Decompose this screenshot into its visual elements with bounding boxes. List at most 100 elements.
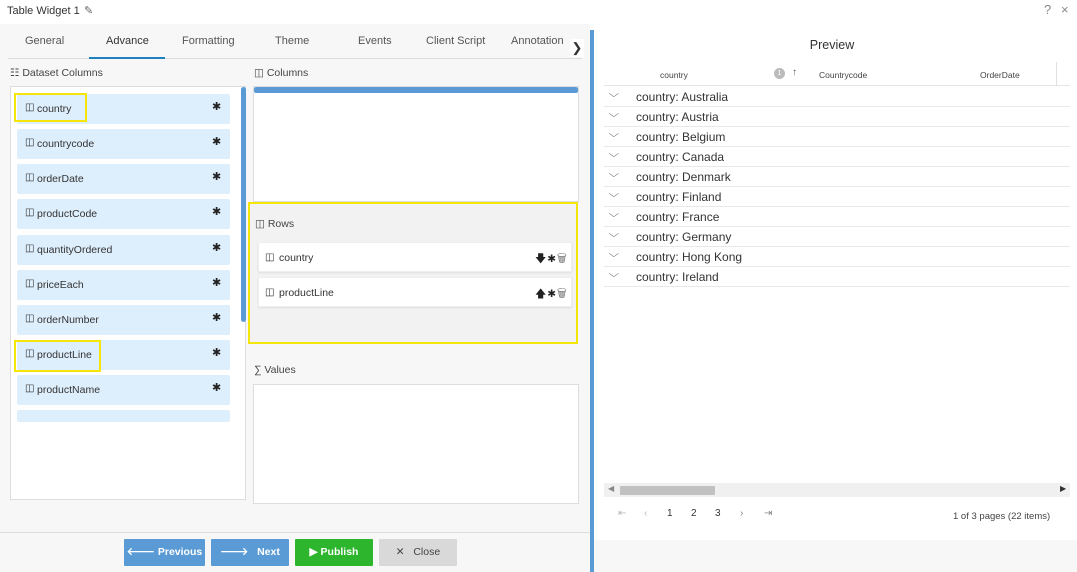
move-down-icon[interactable]: 🡇 bbox=[535, 253, 547, 265]
chevron-down-icon[interactable]: ⌵ bbox=[608, 109, 619, 120]
group-row[interactable]: ⌵ country: France bbox=[604, 207, 1070, 227]
last-page-icon[interactable]: ⇥ bbox=[764, 508, 772, 519]
chevron-down-icon[interactable]: ⌵ bbox=[608, 269, 619, 280]
gear-icon[interactable]: ✱ bbox=[212, 276, 221, 289]
tab-client-script[interactable]: Client Script bbox=[426, 35, 485, 47]
chevron-down-icon[interactable]: ⌵ bbox=[608, 169, 619, 180]
gear-icon[interactable]: ✱ bbox=[212, 100, 221, 113]
dataset-item-quantityordered[interactable]: ◫ quantityOrdered ✱ bbox=[17, 235, 230, 265]
trash-icon[interactable]: 🗑 bbox=[557, 253, 568, 265]
chevron-down-icon[interactable]: ⌵ bbox=[608, 189, 619, 200]
group-row[interactable]: ⌵ country: Australia bbox=[604, 87, 1070, 107]
tab-advance[interactable]: Advance bbox=[106, 35, 149, 47]
dataset-item-priceeach[interactable]: ◫ priceEach ✱ bbox=[17, 270, 230, 300]
gear-icon[interactable]: ✱ bbox=[212, 170, 221, 183]
trash-icon[interactable]: 🗑 bbox=[557, 288, 568, 300]
close-window-icon[interactable]: × bbox=[1061, 2, 1069, 17]
group-row[interactable]: ⌵ country: Belgium bbox=[604, 127, 1070, 147]
row-item-actions: 🡅✱🗑 bbox=[535, 285, 568, 304]
dataset-item-orderdate[interactable]: ◫ orderDate ✱ bbox=[17, 164, 230, 194]
tab-general[interactable]: General bbox=[25, 35, 64, 47]
tab-theme[interactable]: Theme bbox=[275, 35, 309, 47]
group-row[interactable]: ⌵ country: Denmark bbox=[604, 167, 1070, 187]
group-label: country: France bbox=[636, 210, 720, 224]
row-item-productline[interactable]: ◫ productLine 🡅✱🗑 bbox=[258, 277, 572, 307]
help-icon[interactable]: ? bbox=[1044, 2, 1051, 17]
dataset-item-label: quantityOrdered bbox=[37, 244, 113, 256]
dataset-item-countrycode[interactable]: ◫ countrycode ✱ bbox=[17, 129, 230, 159]
dataset-item-ordernumber[interactable]: ◫ orderNumber ✱ bbox=[17, 305, 230, 335]
scroll-right-icon[interactable]: ▶ bbox=[1060, 484, 1066, 493]
group-label: country: Finland bbox=[636, 190, 722, 204]
column-icon: ◫ bbox=[25, 278, 35, 289]
group-row[interactable]: ⌵ country: Hong Kong bbox=[604, 247, 1070, 267]
gear-icon[interactable]: ✱ bbox=[212, 135, 221, 148]
group-row[interactable]: ⌵ country: Germany bbox=[604, 227, 1070, 247]
row-item-label: productLine bbox=[279, 287, 334, 299]
page-1[interactable]: 1 bbox=[667, 508, 673, 519]
values-dropzone[interactable] bbox=[253, 384, 579, 504]
settings-pane: General Advance Formatting Theme Events … bbox=[0, 24, 590, 572]
edit-title-icon[interactable]: ✎ bbox=[84, 4, 93, 17]
dataset-item-partial[interactable] bbox=[17, 410, 230, 422]
first-page-icon[interactable]: ⇤ bbox=[618, 508, 626, 519]
dataset-columns-list: ◫ country ✱ ◫ countrycode ✱ ◫ orderDate … bbox=[10, 86, 246, 500]
dataset-item-label: productCode bbox=[37, 208, 98, 220]
header-country[interactable]: country bbox=[660, 70, 688, 80]
group-row[interactable]: ⌵ country: Finland bbox=[604, 187, 1070, 207]
columns-label: Columns bbox=[266, 67, 309, 79]
gear-icon[interactable]: ✱ bbox=[212, 381, 221, 394]
dataset-item-productcode[interactable]: ◫ productCode ✱ bbox=[17, 199, 230, 229]
header-orderdate[interactable]: OrderDate bbox=[980, 70, 1020, 80]
dataset-item-label: orderNumber bbox=[37, 314, 99, 326]
column-icon: ◫ bbox=[25, 383, 35, 394]
title-bar: Table Widget 1 ✎ ? × bbox=[0, 0, 1077, 24]
column-icon: ◫ bbox=[25, 243, 35, 254]
chevron-down-icon[interactable]: ⌵ bbox=[608, 229, 619, 240]
group-row[interactable]: ⌵ country: Canada bbox=[604, 147, 1070, 167]
dataset-item-productname[interactable]: ◫ productName ✱ bbox=[17, 375, 230, 405]
chevron-down-icon[interactable]: ⌵ bbox=[608, 89, 619, 100]
next-button[interactable]: 🡒 Next bbox=[211, 539, 289, 566]
rows-dropzone[interactable]: ◫ Rows ◫ country 🡇✱🗑 ◫ productLine 🡅✱🗑 bbox=[248, 202, 578, 344]
horizontal-scrollbar[interactable]: ◀ ▶ bbox=[604, 483, 1070, 497]
prev-page-icon[interactable]: ‹ bbox=[644, 508, 647, 519]
tab-annotation[interactable]: Annotation bbox=[511, 35, 564, 47]
row-item-country[interactable]: ◫ country 🡇✱🗑 bbox=[258, 242, 572, 272]
close-label: Close bbox=[413, 546, 441, 558]
tab-events[interactable]: Events bbox=[358, 35, 392, 47]
chevron-down-icon[interactable]: ⌵ bbox=[608, 249, 619, 260]
gear-icon[interactable]: ✱ bbox=[212, 346, 221, 359]
group-row[interactable]: ⌵ country: Austria bbox=[604, 107, 1070, 127]
chevron-down-icon[interactable]: ⌵ bbox=[608, 209, 619, 220]
gear-icon[interactable]: ✱ bbox=[547, 253, 557, 265]
dataset-scrollbar[interactable] bbox=[241, 87, 246, 322]
tabs-scroll-right-icon[interactable]: ❯ bbox=[570, 39, 584, 57]
group-label: country: Germany bbox=[636, 230, 732, 244]
previous-button[interactable]: 🡐 Previous bbox=[124, 539, 205, 566]
group-label: country: Australia bbox=[636, 90, 729, 104]
group-row[interactable]: ⌵ country: Ireland bbox=[604, 267, 1070, 287]
close-button[interactable]: ✕ Close bbox=[379, 539, 457, 566]
chevron-down-icon[interactable]: ⌵ bbox=[608, 149, 619, 160]
next-page-icon[interactable]: › bbox=[740, 508, 743, 519]
scrollbar-thumb[interactable] bbox=[620, 486, 715, 495]
page-3[interactable]: 3 bbox=[715, 508, 721, 519]
gear-icon[interactable]: ✱ bbox=[212, 205, 221, 218]
scroll-left-icon[interactable]: ◀ bbox=[608, 484, 614, 493]
tab-bar: General Advance Formatting Theme Events … bbox=[0, 30, 590, 59]
previous-label: Previous bbox=[157, 546, 203, 558]
gear-icon[interactable]: ✱ bbox=[212, 241, 221, 254]
page-info: 1 of 3 pages (22 items) bbox=[953, 511, 1051, 522]
move-up-icon[interactable]: 🡅 bbox=[535, 288, 547, 300]
header-countrycode[interactable]: Countrycode bbox=[819, 70, 867, 80]
gear-icon[interactable]: ✱ bbox=[547, 288, 557, 300]
tab-formatting[interactable]: Formatting bbox=[182, 35, 235, 47]
sort-ascending-icon[interactable]: ↑ bbox=[792, 67, 797, 78]
columns-dropzone[interactable] bbox=[253, 86, 579, 202]
publish-button[interactable]: ▶ Publish bbox=[295, 539, 373, 566]
gear-icon[interactable]: ✱ bbox=[212, 311, 221, 324]
group-label: country: Canada bbox=[636, 150, 725, 164]
page-2[interactable]: 2 bbox=[691, 508, 697, 519]
chevron-down-icon[interactable]: ⌵ bbox=[608, 129, 619, 140]
